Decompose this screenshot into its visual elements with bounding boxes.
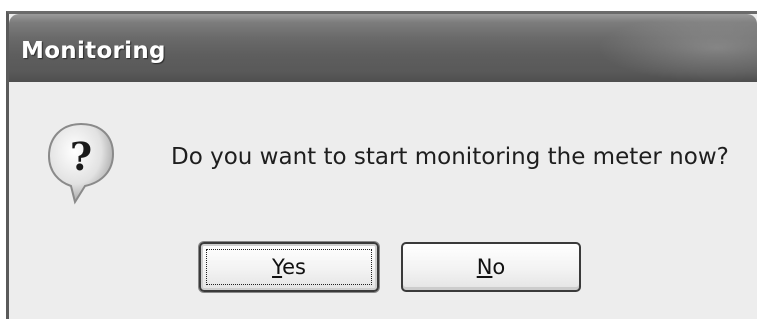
- no-button-label: No: [476, 255, 506, 279]
- message-dialog: Monitoring ? Do you want to start monito…: [6, 11, 757, 319]
- svg-text:?: ?: [70, 134, 92, 179]
- no-button[interactable]: No: [401, 242, 581, 292]
- question-icon: ?: [47, 122, 115, 205]
- yes-button-label: Yes: [272, 255, 306, 279]
- yes-button[interactable]: Yes: [199, 242, 379, 292]
- dialog-message: Do you want to start monitoring the mete…: [171, 144, 729, 170]
- window-title: Monitoring: [21, 38, 166, 64]
- title-bar[interactable]: Monitoring: [9, 14, 757, 82]
